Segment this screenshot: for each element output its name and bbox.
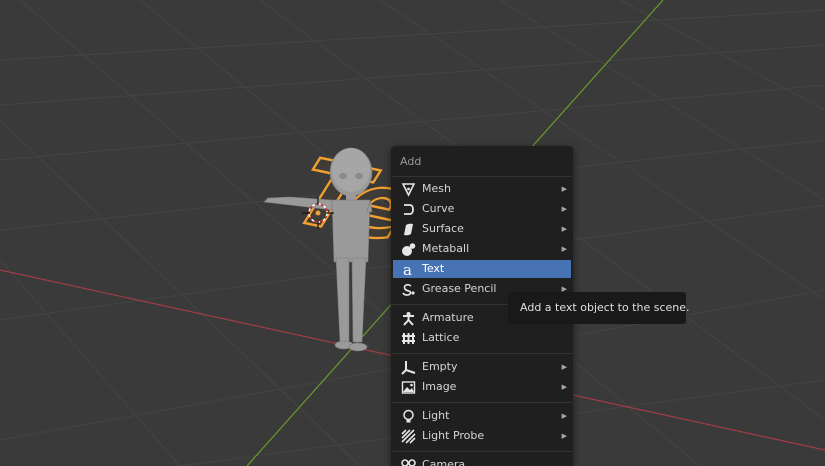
menu-item-light[interactable]: Light ▶: [393, 407, 571, 425]
menu-item-label: Light Probe: [422, 429, 485, 442]
surface-icon: [404, 223, 413, 236]
submenu-arrow-icon: ▶: [561, 185, 567, 193]
menu-item-lattice[interactable]: Lattice: [393, 329, 571, 347]
menu-separator: [392, 176, 572, 177]
submenu-arrow-icon: ▶: [561, 412, 567, 420]
menu-item-label: Curve: [422, 202, 455, 215]
menu-item-empty[interactable]: Empty ▶: [393, 358, 571, 376]
light-icon: [403, 409, 414, 423]
tooltip: Add a text object to the scene.: [508, 292, 690, 324]
submenu-arrow-icon: ▶: [561, 363, 567, 371]
curve-icon: [404, 204, 414, 215]
empty-icon: [401, 361, 416, 375]
light-probe-icon: [401, 429, 416, 444]
menu-item-light-probe[interactable]: Light Probe ▶: [393, 427, 571, 445]
menu-item-text[interactable]: a Text: [393, 260, 571, 278]
menu-item-label: Empty: [422, 360, 458, 373]
menu-item-label: Lattice: [422, 331, 460, 344]
submenu-arrow-icon: ▶: [561, 225, 567, 233]
metaball-icon: [402, 243, 416, 256]
svg-text:a: a: [403, 262, 412, 277]
menu-separator: [392, 451, 572, 452]
menu-item-metaball[interactable]: Metaball ▶: [393, 240, 571, 258]
menu-item-label: Camera: [422, 458, 466, 466]
submenu-arrow-icon: ▶: [561, 383, 567, 391]
menu-item-mesh[interactable]: Mesh ▶: [393, 180, 571, 198]
menu-separator: [392, 402, 572, 403]
submenu-arrow-icon: ▶: [561, 245, 567, 253]
menu-item-label: Grease Pencil: [422, 282, 497, 295]
grease-pencil-icon: [402, 283, 415, 296]
menu-item-image[interactable]: Image ▶: [393, 378, 571, 396]
menu-separator: [392, 353, 572, 354]
lattice-icon: [402, 333, 415, 344]
submenu-arrow-icon: ▶: [561, 205, 567, 213]
menu-item-label: Armature: [422, 311, 474, 324]
mesh-icon: [401, 183, 416, 197]
image-icon: [401, 381, 416, 394]
menu-title: Add: [400, 155, 422, 168]
menu-item-label: Image: [422, 380, 457, 393]
menu-item-camera[interactable]: Camera: [393, 456, 571, 466]
menu-item-label: Surface: [422, 222, 464, 235]
menu-item-label: Metaball: [422, 242, 470, 255]
camera-icon: [401, 459, 416, 466]
3d-viewport[interactable]: Text Add: [0, 0, 825, 466]
text-icon: a: [403, 262, 412, 277]
menu-item-surface[interactable]: Surface ▶: [393, 220, 571, 238]
menu-item-label: Text: [422, 262, 445, 275]
menu-item-label: Mesh: [422, 182, 451, 195]
armature-icon: [403, 312, 414, 326]
menu-item-curve[interactable]: Curve ▶: [393, 200, 571, 218]
submenu-arrow-icon: ▶: [561, 432, 567, 440]
menu-item-label: Light: [422, 409, 450, 422]
